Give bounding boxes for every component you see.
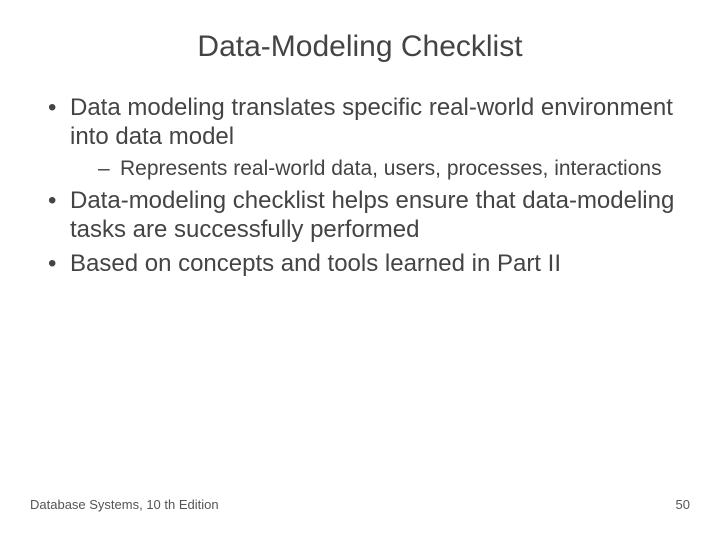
slide-title: Data-Modeling Checklist	[0, 0, 720, 64]
slide-body: Data modeling translates specific real-w…	[0, 64, 720, 279]
bullet-text: Data-modeling checklist helps ensure tha…	[70, 187, 674, 243]
bullet-list: Data modeling translates specific real-w…	[30, 94, 690, 279]
page-number: 50	[676, 497, 690, 512]
sub-list: Represents real-world data, users, proce…	[70, 156, 690, 181]
list-item: Data modeling translates specific real-w…	[48, 94, 690, 181]
bullet-text: Data modeling translates specific real-w…	[70, 94, 673, 150]
slide: Data-Modeling Checklist Data modeling tr…	[0, 0, 720, 540]
footer-source: Database Systems, 10 th Edition	[30, 497, 219, 512]
bullet-text: Represents real-world data, users, proce…	[120, 157, 662, 180]
bullet-text: Based on concepts and tools learned in P…	[70, 250, 561, 277]
list-item: Based on concepts and tools learned in P…	[48, 250, 690, 279]
list-item: Represents real-world data, users, proce…	[98, 156, 690, 181]
list-item: Data-modeling checklist helps ensure tha…	[48, 187, 690, 245]
